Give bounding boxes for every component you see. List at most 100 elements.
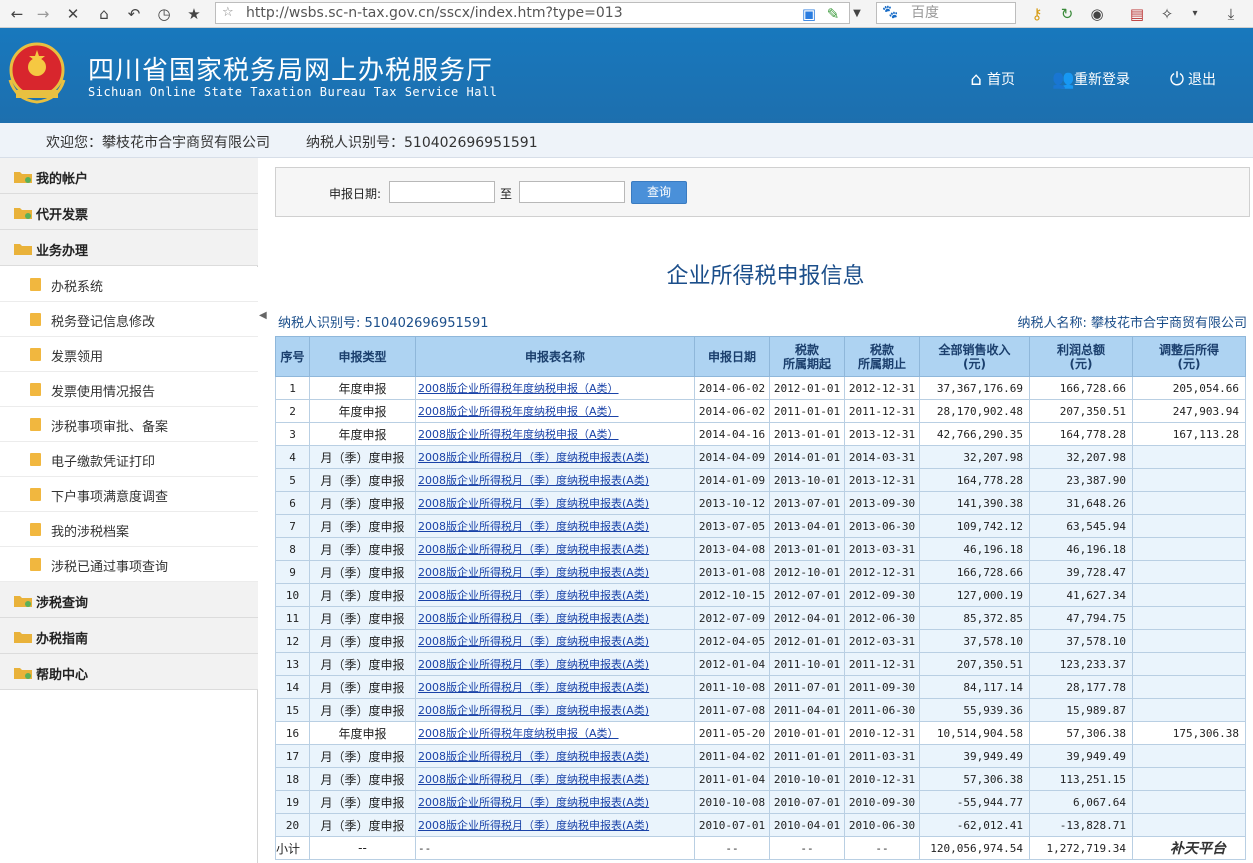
- table-cell: 42,766,290.35: [919, 422, 1030, 446]
- key-icon[interactable]: ⚷: [1028, 4, 1046, 24]
- sidebar-item-invoice-report[interactable]: 发票使用情况报告: [0, 372, 258, 407]
- stop-icon[interactable]: ✕: [64, 4, 82, 24]
- declaration-form-link[interactable]: 2008版企业所得税年度纳税申报（A类）: [418, 428, 619, 441]
- declaration-form-link[interactable]: 2008版企业所得税月（季）度纳税申报表(A类): [418, 819, 649, 832]
- declaration-form-link[interactable]: 2008版企业所得税月（季）度纳税申报表(A类): [418, 451, 649, 464]
- table-cell: 39,949.49: [919, 744, 1030, 768]
- folder-open-icon: [14, 244, 32, 255]
- table-cell: 2011-09-30: [844, 675, 920, 699]
- declaration-form-link[interactable]: 2008版企业所得税月（季）度纳税申报表(A类): [418, 543, 649, 556]
- nav-relogin[interactable]: 👥重新登录: [1052, 70, 1130, 90]
- sidebar-item-tax-system[interactable]: 办税系统: [0, 267, 258, 302]
- table-cell: 2013-07-05: [694, 514, 770, 538]
- declaration-form-link[interactable]: 2008版企业所得税月（季）度纳税申报表(A类): [418, 750, 649, 763]
- url-text[interactable]: http://wsbs.sc-n-tax.gov.cn/sscx/index.h…: [246, 3, 623, 23]
- declaration-form-link[interactable]: 2008版企业所得税月（季）度纳税申报表(A类): [418, 658, 649, 671]
- extension-icon[interactable]: ▣: [800, 4, 818, 24]
- sidebar-item-approved-query[interactable]: 涉税已通过事项查询: [0, 547, 258, 582]
- declaration-form-link[interactable]: 2008版企业所得税年度纳税申报（A类）: [418, 405, 619, 418]
- table-cell: 2012-10-15: [694, 583, 770, 607]
- menu-help-center[interactable]: 帮助中心: [0, 654, 258, 690]
- folder-icon: [14, 208, 32, 219]
- browser-toolbar: ← → ✕ ⌂ ↶ ◷ ★ ☆ http://wsbs.sc-n-tax.gov…: [0, 0, 1253, 28]
- table-cell: 2014-06-02: [694, 399, 770, 423]
- camera-icon[interactable]: ◉: [1088, 4, 1106, 24]
- table-cell: 2008版企业所得税月（季）度纳税申报表(A类): [415, 491, 695, 515]
- undo-icon[interactable]: ↶: [125, 4, 143, 24]
- table-cell: 2008版企业所得税月（季）度纳税申报表(A类): [415, 583, 695, 607]
- table-cell: 2010-12-31: [844, 767, 920, 791]
- end-date-input[interactable]: [519, 181, 625, 203]
- back-icon[interactable]: ←: [8, 4, 26, 24]
- table-row: 12 月（季）度申报 2008版企业所得税月（季）度纳税申报表(A类) 2012-04…: [275, 629, 1246, 653]
- menu-my-account[interactable]: 我的帐户: [0, 158, 258, 194]
- declaration-form-link[interactable]: 2008版企业所得税月（季）度纳税申报表(A类): [418, 497, 649, 510]
- table-row: 19 月（季）度申报 2008版企业所得税月（季）度纳税申报表(A类) 2010-10…: [275, 790, 1246, 814]
- sidebar-item-approval[interactable]: 涉税事项审批、备案: [0, 407, 258, 442]
- collapse-sidebar-icon[interactable]: ◀: [259, 310, 267, 324]
- declaration-form-link[interactable]: 2008版企业所得税月（季）度纳税申报表(A类): [418, 681, 649, 694]
- table-header-row: 序号 申报类型 申报表名称 申报日期 税款 所属期起 税款 所属期止 全部销售收入 (元) 利…: [275, 336, 1246, 377]
- table-cell: 月（季）度申报: [309, 606, 416, 630]
- compat-icon[interactable]: ✎: [824, 4, 842, 24]
- menu-issue-invoice[interactable]: 代开发票: [0, 194, 258, 230]
- table-cell: 14: [275, 675, 310, 699]
- sidebar-item-invoice-collect[interactable]: 发票领用: [0, 337, 258, 372]
- home-icon[interactable]: ⌂: [95, 4, 113, 24]
- menu-tax-guide[interactable]: 办税指南: [0, 618, 258, 654]
- table-cell: 141,390.38: [919, 491, 1030, 515]
- table-row: 8 月（季）度申报 2008版企业所得税月（季）度纳税申报表(A类) 2013-04-…: [275, 537, 1246, 561]
- declaration-form-link[interactable]: 2008版企业所得税年度纳税申报（A类）: [418, 382, 619, 395]
- table-cell: 166,728.66: [1029, 376, 1133, 400]
- declaration-form-link[interactable]: 2008版企业所得税月（季）度纳税申报表(A类): [418, 474, 649, 487]
- site-title: 四川省国家税务局网上办税服务厅: [88, 56, 494, 86]
- refresh-icon[interactable]: ↻: [1058, 4, 1076, 24]
- welcome-taxpayer-id: 纳税人识别号：510402696951591: [306, 135, 538, 151]
- declaration-form-link[interactable]: 2008版企业所得税月（季）度纳税申报表(A类): [418, 566, 649, 579]
- bookmark-icon[interactable]: ☆: [222, 3, 234, 23]
- declaration-form-link[interactable]: 2008版企业所得税月（季）度纳税申报表(A类): [418, 520, 649, 533]
- declaration-form-link[interactable]: 2008版企业所得税年度纳税申报（A类）: [418, 727, 619, 740]
- declaration-table: 序号 申报类型 申报表名称 申报日期 税款 所属期起 税款 所属期止 全部销售收入 (元) 利…: [275, 336, 1246, 860]
- table-cell: 2013-07-01: [769, 491, 845, 515]
- forward-icon[interactable]: →: [34, 4, 52, 24]
- subtotal-cell: 120,056,974.54: [919, 836, 1030, 860]
- sidebar-item-payment-print[interactable]: 电子缴款凭证打印: [0, 442, 258, 477]
- table-cell: 2012-01-01: [769, 376, 845, 400]
- declaration-form-link[interactable]: 2008版企业所得税月（季）度纳税申报表(A类): [418, 796, 649, 809]
- table-cell: 2013-12-31: [844, 422, 920, 446]
- sidebar-item-survey[interactable]: 下户事项满意度调查: [0, 477, 258, 512]
- history-icon[interactable]: ◷: [155, 4, 173, 24]
- address-bar[interactable]: ☆ http://wsbs.sc-n-tax.gov.cn/sscx/index…: [215, 2, 850, 24]
- table-cell: 2010-10-08: [694, 790, 770, 814]
- sidebar-item-registration[interactable]: 税务登记信息修改: [0, 302, 258, 337]
- sidebar-item-tax-archive[interactable]: 我的涉税档案: [0, 512, 258, 547]
- table-cell: 2012-04-01: [769, 606, 845, 630]
- star-icon[interactable]: ★: [185, 4, 203, 24]
- menu-tax-query[interactable]: 涉税查询: [0, 582, 258, 618]
- report-taxpayer-name: 纳税人名称: 攀枝花市合宇商贸有限公司: [1017, 316, 1247, 331]
- declaration-form-link[interactable]: 2008版企业所得税月（季）度纳税申报表(A类): [418, 773, 649, 786]
- table-cell: 2012-01-01: [769, 629, 845, 653]
- menu-chevron-icon[interactable]: ▾: [1188, 4, 1202, 24]
- wrench-icon[interactable]: ✧: [1158, 4, 1176, 24]
- start-date-input[interactable]: [389, 181, 495, 203]
- search-panel: 申报日期: 至 查询: [275, 167, 1250, 217]
- document-icon: [30, 278, 41, 291]
- nav-logout[interactable]: ⏻ 退出: [1166, 70, 1216, 90]
- search-box[interactable]: 🐾 百度: [876, 2, 1016, 24]
- table-cell: 46,196.18: [919, 537, 1030, 561]
- national-emblem-icon: [8, 42, 66, 104]
- declaration-form-link[interactable]: 2008版企业所得税月（季）度纳税申报表(A类): [418, 635, 649, 648]
- chevron-down-icon[interactable]: ▼: [850, 4, 864, 24]
- declaration-form-link[interactable]: 2008版企业所得税月（季）度纳税申报表(A类): [418, 704, 649, 717]
- query-button[interactable]: 查询: [631, 181, 687, 204]
- download-icon[interactable]: ⤓: [1222, 4, 1240, 24]
- subtotal-cell: 小计: [275, 836, 310, 860]
- tool-icon[interactable]: ▤: [1128, 4, 1146, 24]
- nav-home[interactable]: ⌂ 首页: [965, 70, 1015, 90]
- declaration-form-link[interactable]: 2008版企业所得税月（季）度纳税申报表(A类): [418, 612, 649, 625]
- declaration-form-link[interactable]: 2008版企业所得税月（季）度纳税申报表(A类): [418, 589, 649, 602]
- subtotal-row: 小计 -- -- -- -- -- 120,056,974.54 1,272,719.34: [275, 836, 1246, 860]
- menu-business[interactable]: 业务办理: [0, 230, 258, 266]
